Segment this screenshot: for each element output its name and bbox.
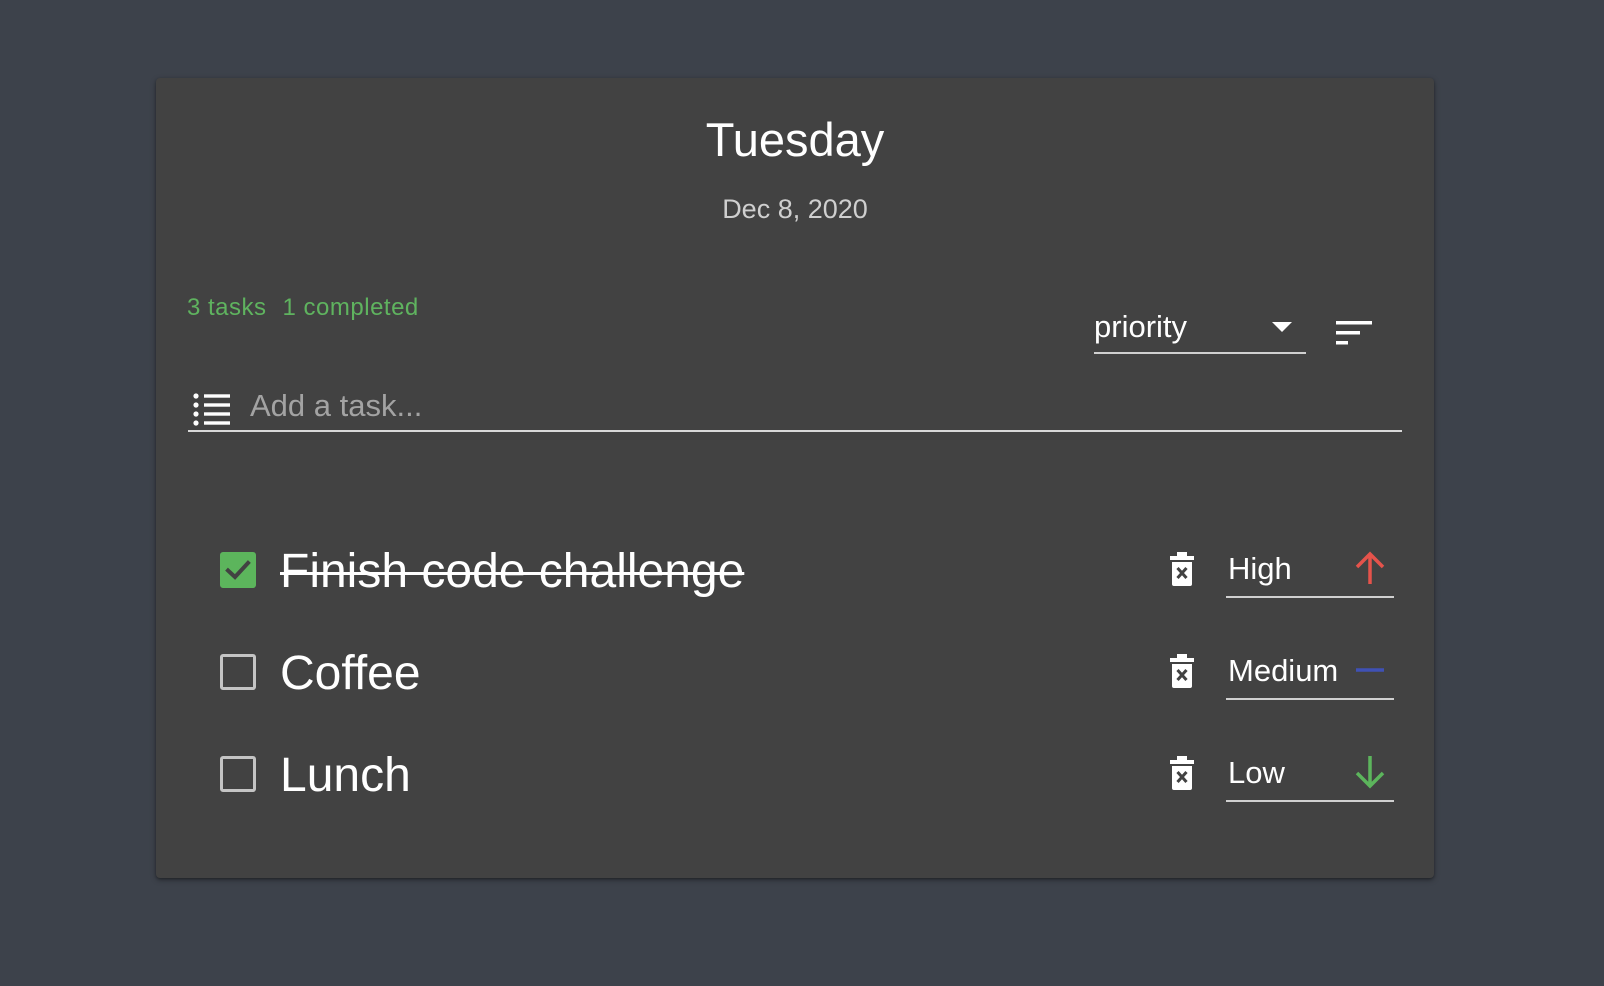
priority-select[interactable]: Low [1226,744,1394,802]
task-count: 3 tasks [187,294,267,321]
priority-select[interactable]: High [1226,540,1394,598]
delete-icon[interactable] [1169,654,1195,688]
task-checkbox[interactable] [220,756,256,792]
task-stats: 3 tasks 1 completed [187,292,419,324]
sort-by-value: priority [1094,309,1188,344]
task-label: Coffee [280,647,421,700]
priority-value: Medium [1228,653,1339,688]
task-label: Finish code challenge [280,545,745,598]
task-item: Finish code challenge High [156,524,1434,614]
task-checkbox[interactable] [220,552,256,588]
day-title: Tuesday [705,113,885,166]
checkmark-icon [225,560,251,580]
priority-value: Low [1228,755,1285,790]
priority-value: High [1228,551,1292,586]
task-item: Coffee Medium [156,626,1434,716]
dropdown-caret-icon [1272,322,1292,332]
sort-by-select[interactable]: priority [1094,302,1306,354]
delete-icon[interactable] [1169,756,1195,790]
priority-select[interactable]: Medium [1226,642,1394,700]
add-task-input[interactable] [250,382,1380,430]
completed-count: 1 completed [282,294,419,321]
minus-icon [1352,652,1388,688]
arrow-up-icon [1352,550,1388,586]
arrow-down-icon [1352,754,1388,790]
date-subtitle: Dec 8, 2020 [722,194,868,224]
todo-card: Tuesday Dec 8, 2020 3 tasks 1 completed p… [156,78,1434,878]
task-label: Lunch [280,749,411,802]
task-checkbox[interactable] [220,654,256,690]
delete-icon[interactable] [1169,552,1195,586]
add-task-field[interactable] [188,382,1402,432]
task-item: Lunch Low [156,728,1434,818]
list-icon [192,392,232,426]
sort-icon[interactable] [1334,319,1374,349]
